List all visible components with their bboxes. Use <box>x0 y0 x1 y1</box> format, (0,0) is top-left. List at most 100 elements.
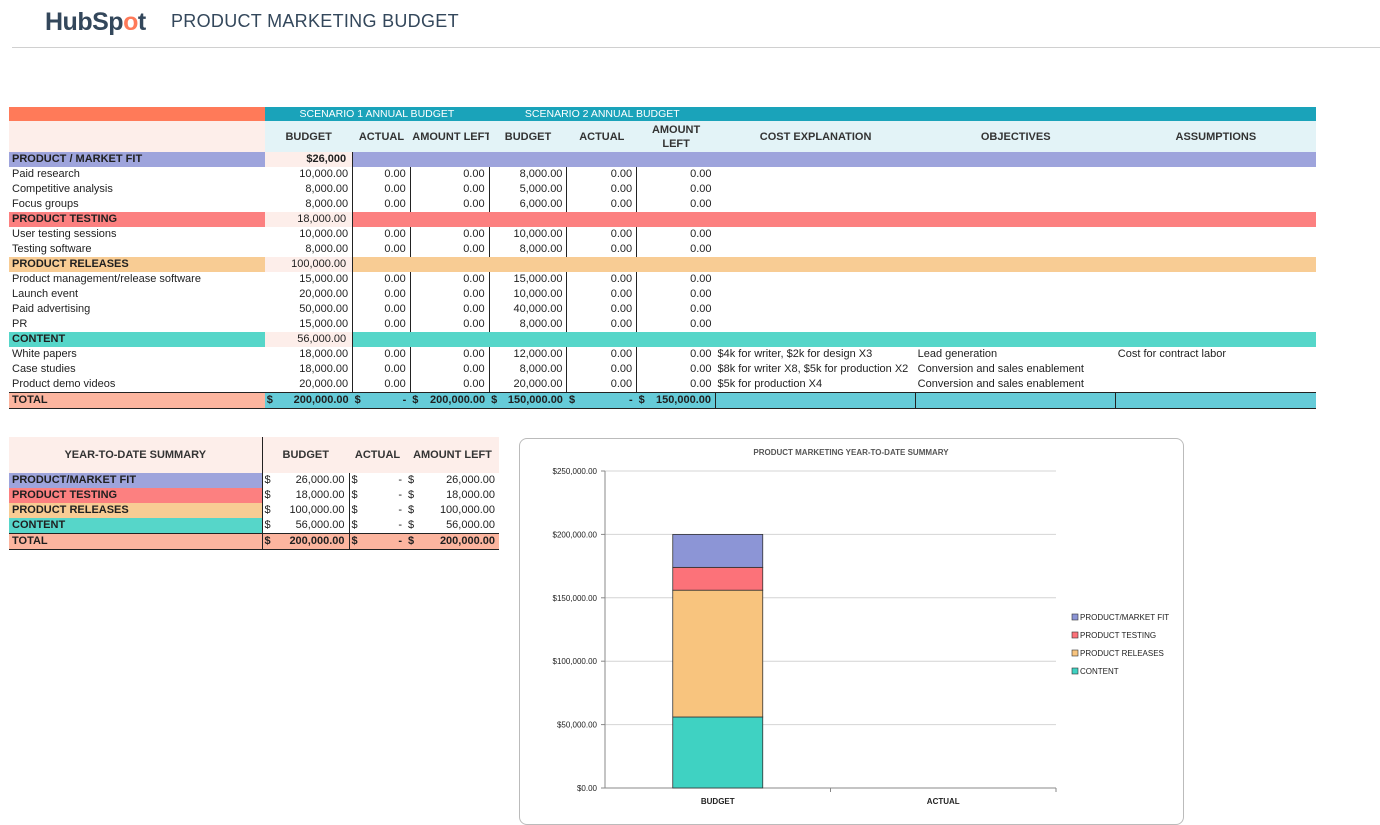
left-1-cell: 0.00 <box>410 317 490 332</box>
budget-1-cell[interactable]: 15,000.00 <box>264 317 354 332</box>
actual-1-cell[interactable]: 0.00 <box>352 362 411 377</box>
budget-2-cell[interactable]: 40,000.00 <box>489 302 568 317</box>
actual-2-cell[interactable]: 0.00 <box>566 227 638 242</box>
budget-1-cell[interactable]: 15,000.00 <box>264 272 354 287</box>
summary-label: TOTAL <box>9 533 263 550</box>
actual-2-cell[interactable]: 0.00 <box>566 287 638 302</box>
budget-2-cell[interactable]: 15,000.00 <box>489 272 568 287</box>
cost-explanation-cell[interactable] <box>716 302 916 317</box>
assumptions-cell[interactable] <box>1116 362 1316 377</box>
currency-sign: $ <box>408 535 415 547</box>
objectives-cell[interactable] <box>916 182 1116 197</box>
assumptions-cell[interactable]: Cost for contract labor <box>1116 347 1316 362</box>
actual-2-cell[interactable]: 0.00 <box>566 272 638 287</box>
actual-2-cell[interactable]: 0.00 <box>566 302 638 317</box>
summary-row: CONTENT $56,000.00 $ - $56,000.00 <box>9 518 499 534</box>
actual-2-cell[interactable]: 0.00 <box>566 182 638 197</box>
objectives-cell[interactable] <box>916 302 1116 317</box>
actual-1-cell[interactable]: 0.00 <box>352 197 411 212</box>
cost-explanation-cell[interactable] <box>716 182 916 197</box>
objectives-cell[interactable] <box>916 197 1116 212</box>
actual-2-cell[interactable]: 0.00 <box>566 347 638 362</box>
objectives-cell[interactable]: Conversion and sales enablement <box>916 362 1116 377</box>
actual-1-cell[interactable]: 0.00 <box>352 242 411 257</box>
cost-explanation-cell[interactable] <box>716 242 916 257</box>
budget-2-cell[interactable]: 8,000.00 <box>489 167 568 182</box>
actual-1-cell[interactable]: 0.00 <box>352 287 411 302</box>
left-1-cell: 0.00 <box>410 182 490 197</box>
budget-1-cell[interactable]: 10,000.00 <box>264 227 354 242</box>
budget-2-cell[interactable]: 20,000.00 <box>489 377 568 393</box>
total-budget-1-value: 200,000.00 <box>293 394 349 406</box>
section-fill <box>636 257 716 272</box>
actual-2-cell[interactable]: 0.00 <box>566 377 638 393</box>
budget-1-cell[interactable]: 20,000.00 <box>264 287 354 302</box>
objectives-cell[interactable] <box>916 167 1116 182</box>
budget-1-cell[interactable]: 8,000.00 <box>264 242 354 257</box>
budget-1-cell[interactable]: 8,000.00 <box>264 182 354 197</box>
budget-2-cell[interactable]: 8,000.00 <box>489 317 568 332</box>
actual-2-cell[interactable]: 0.00 <box>566 317 638 332</box>
budget-1-cell[interactable]: 8,000.00 <box>264 197 354 212</box>
cost-explanation-cell[interactable]: $5k for production X4 <box>716 377 916 393</box>
objectives-cell[interactable]: Conversion and sales enablement <box>916 377 1116 393</box>
budget-2-cell[interactable]: 8,000.00 <box>489 242 568 257</box>
cost-explanation-cell[interactable] <box>716 227 916 242</box>
assumptions-cell[interactable] <box>1116 302 1316 317</box>
summary-budget-value: 200,000.00 <box>289 535 345 547</box>
objectives-cell[interactable] <box>916 287 1116 302</box>
objectives-cell[interactable]: Lead generation <box>916 347 1116 362</box>
actual-1-cell[interactable]: 0.00 <box>352 182 411 197</box>
actual-1-cell[interactable]: 0.00 <box>352 377 411 393</box>
actual-1-cell[interactable]: 0.00 <box>352 167 411 182</box>
cost-explanation-cell[interactable]: $8k for writer X8, $5k for production X2 <box>716 362 916 377</box>
cost-explanation-cell[interactable] <box>716 272 916 287</box>
table-row: User testing sessions 10,000.00 0.00 0.00 10… <box>9 227 1316 242</box>
actual-1-cell[interactable]: 0.00 <box>352 317 411 332</box>
budget-1-cell[interactable]: 50,000.00 <box>264 302 354 317</box>
actual-2-cell[interactable]: 0.00 <box>566 167 638 182</box>
assumptions-cell[interactable] <box>1116 272 1316 287</box>
summary-actual: $ - <box>349 533 406 550</box>
actual-1-cell[interactable]: 0.00 <box>352 302 411 317</box>
objectives-cell[interactable] <box>916 272 1116 287</box>
budget-2-cell[interactable]: 12,000.00 <box>489 347 568 362</box>
section-fill <box>489 257 567 272</box>
cost-explanation-cell[interactable] <box>716 197 916 212</box>
assumptions-cell[interactable] <box>1116 377 1316 393</box>
assumptions-cell[interactable] <box>1116 197 1316 212</box>
assumptions-cell[interactable] <box>1116 287 1316 302</box>
actual-2-cell[interactable]: 0.00 <box>566 362 638 377</box>
assumptions-cell[interactable] <box>1116 182 1316 197</box>
budget-1-cell[interactable]: 18,000.00 <box>264 347 354 362</box>
budget-2-cell[interactable]: 10,000.00 <box>489 287 568 302</box>
section-fill <box>410 212 490 227</box>
budget-2-cell[interactable]: 8,000.00 <box>489 362 568 377</box>
assumptions-cell[interactable] <box>1116 317 1316 332</box>
actual-1-cell[interactable]: 0.00 <box>352 347 411 362</box>
assumptions-cell[interactable] <box>1116 167 1316 182</box>
line-item: White papers <box>12 348 77 360</box>
budget-1-cell[interactable]: 10,000.00 <box>264 167 354 182</box>
cost-explanation-cell[interactable] <box>716 167 916 182</box>
actual-1-cell[interactable]: 0.00 <box>352 272 411 287</box>
section-fill <box>1115 152 1316 167</box>
objectives-cell[interactable] <box>916 242 1116 257</box>
objectives-cell[interactable] <box>916 317 1116 332</box>
left-1-cell: 0.00 <box>410 197 490 212</box>
budget-1-cell[interactable]: 18,000.00 <box>264 362 354 377</box>
actual-1-cell[interactable]: 0.00 <box>352 227 411 242</box>
budget-2-cell[interactable]: 6,000.00 <box>489 197 568 212</box>
cost-explanation-cell[interactable]: $4k for writer, $2k for design X3 <box>716 347 916 362</box>
budget-1-cell[interactable]: 20,000.00 <box>264 377 354 393</box>
total-left-2-value: 150,000.00 <box>655 394 712 406</box>
cost-explanation-cell[interactable] <box>716 317 916 332</box>
assumptions-cell[interactable] <box>1116 227 1316 242</box>
objectives-cell[interactable] <box>916 227 1116 242</box>
budget-2-cell[interactable]: 5,000.00 <box>489 182 568 197</box>
actual-2-cell[interactable]: 0.00 <box>566 197 638 212</box>
budget-2-cell[interactable]: 10,000.00 <box>489 227 568 242</box>
assumptions-cell[interactable] <box>1116 242 1316 257</box>
cost-explanation-cell[interactable] <box>716 287 916 302</box>
actual-2-cell[interactable]: 0.00 <box>566 242 638 257</box>
